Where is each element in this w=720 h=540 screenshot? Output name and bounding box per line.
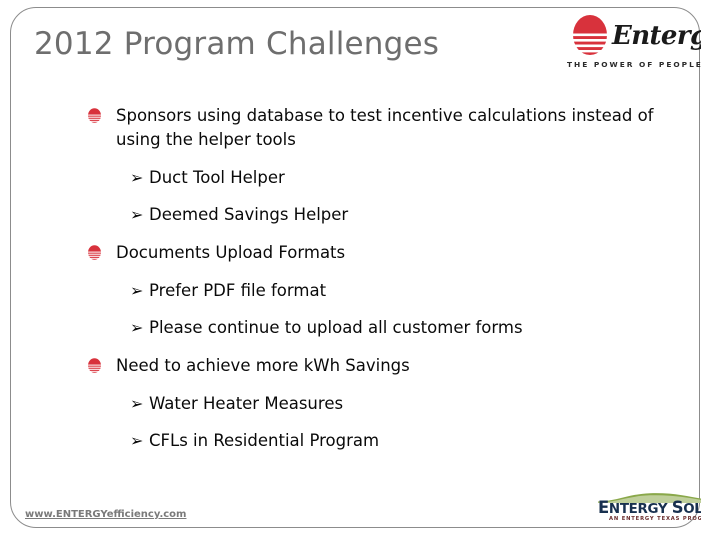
bullet-level2-text: Deemed Savings Helper (149, 205, 349, 224)
bullet-level2: ➢ Duct Tool Helper (86, 166, 686, 189)
bullet-level2-text: Prefer PDF file format (149, 281, 327, 300)
red-sun-bullet-icon (87, 245, 102, 260)
bullet-content: Sponsors using database to test incentiv… (86, 104, 686, 452)
bullet-level1: Documents Upload Formats (86, 241, 686, 265)
entergy-logo: Entergy. THE POWER OF PEOPLE (566, 12, 720, 74)
bullet-level1-text: Sponsors using database to test incentiv… (116, 106, 654, 149)
bullet-level2: ➢ Deemed Savings Helper (86, 203, 686, 226)
arrow-bullet-icon: ➢ (130, 205, 144, 224)
arrow-bullet-icon: ➢ (130, 168, 144, 187)
entergy-solutions-logo: ENTERGY SOLUTIONS AN ENTERGY TEXAS PROGR… (596, 492, 720, 526)
slide-canvas: 2012 Program Challenges Entergy. THE POW… (0, 0, 720, 540)
bullet-level1: Sponsors using database to test incentiv… (86, 104, 686, 152)
bullet-level1-text: Documents Upload Formats (116, 243, 346, 262)
frame-edge-mask-right (701, 0, 720, 540)
arrow-bullet-icon: ➢ (130, 318, 144, 337)
bullet-level2-text: CFLs in Residential Program (149, 431, 380, 450)
es-cap-e: E (598, 498, 609, 517)
arrow-bullet-icon: ➢ (130, 281, 144, 300)
red-sun-bullet-icon (87, 108, 102, 123)
bullet-level2: ➢ Water Heater Measures (86, 392, 686, 415)
bullet-level2-text: Water Heater Measures (149, 394, 344, 413)
entergy-tagline: THE POWER OF PEOPLE (567, 60, 703, 69)
arrow-bullet-icon: ➢ (130, 394, 144, 413)
footer-website-link[interactable]: www.ENTERGYefficiency.com (25, 509, 186, 520)
es-cap-s: S (671, 498, 684, 517)
bullet-level2: ➢ Prefer PDF file format (86, 279, 686, 302)
bullet-level1: Need to achieve more kWh Savings (86, 354, 686, 378)
bullet-level2: ➢ CFLs in Residential Program (86, 429, 686, 452)
frame-edge-mask-bottom (0, 529, 720, 540)
bullet-level2-text: Please continue to upload all customer f… (149, 318, 523, 337)
bullet-level2-text: Duct Tool Helper (149, 168, 285, 187)
arrow-bullet-icon: ➢ (130, 431, 144, 450)
bullet-level1-text: Need to achieve more kWh Savings (116, 356, 410, 375)
page-title: 2012 Program Challenges (34, 26, 440, 62)
red-sun-bullet-icon (87, 358, 102, 373)
bullet-level2: ➢ Please continue to upload all customer… (86, 316, 686, 339)
entergy-sun-icon (572, 15, 608, 55)
es-rest-ntergy: NTERGY (608, 502, 668, 517)
